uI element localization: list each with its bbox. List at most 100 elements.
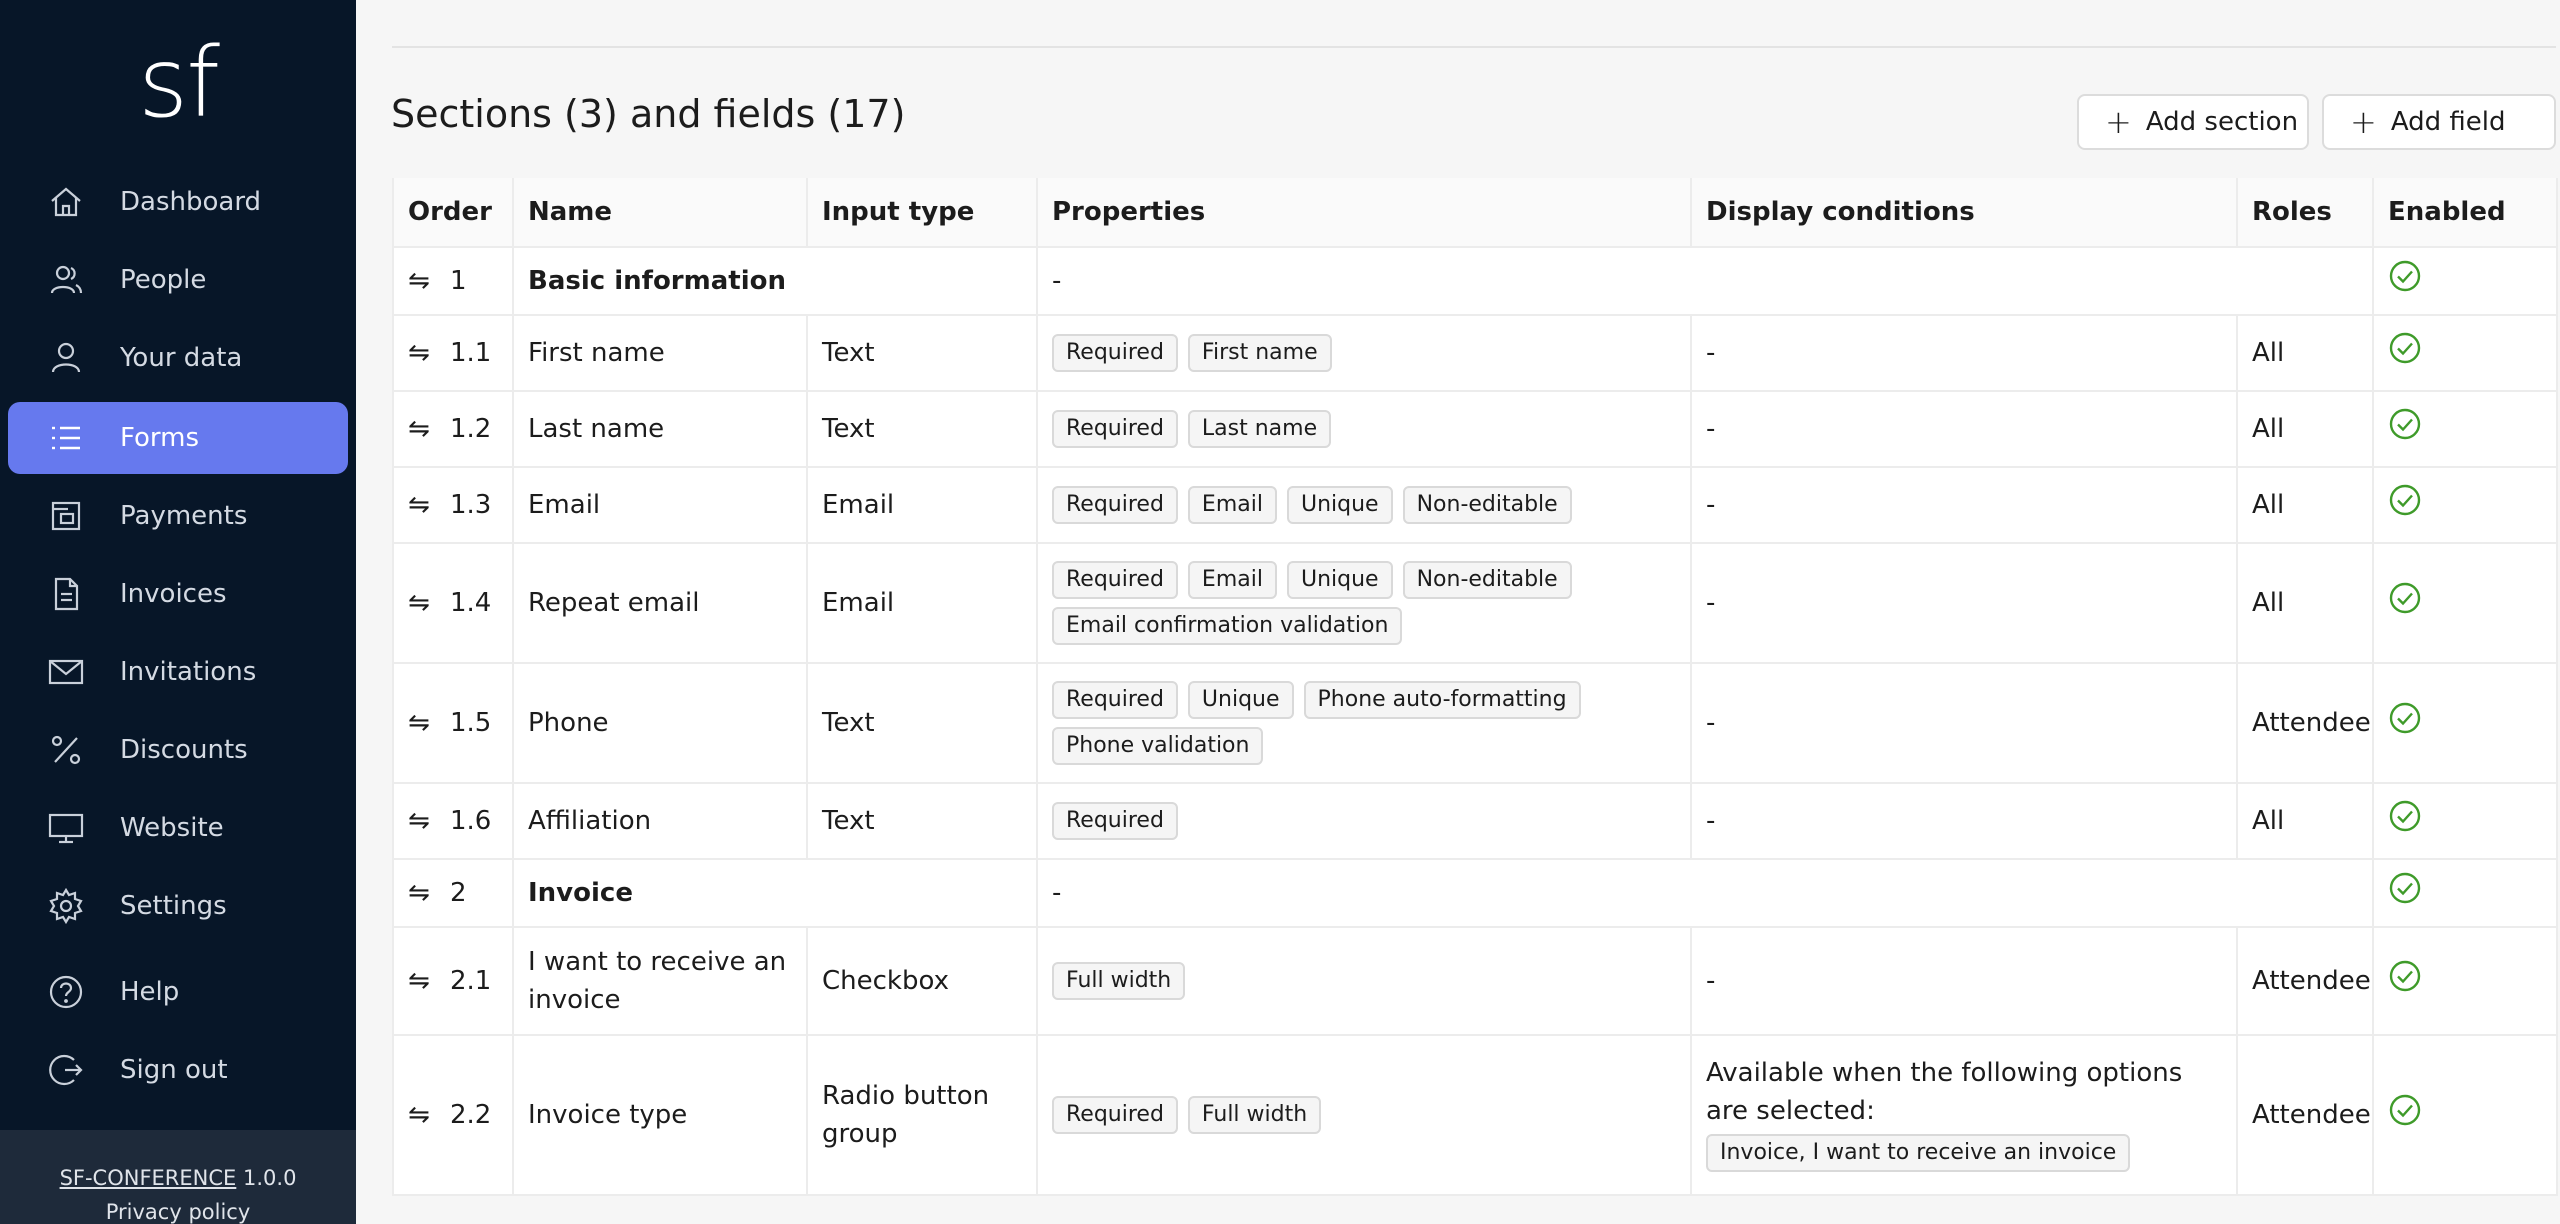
table-row[interactable]: ⇋ 2.2 Invoice type Radio button group Requir… xyxy=(392,1034,2558,1196)
sidebar-item-dashboard[interactable]: Dashboard xyxy=(8,166,348,238)
brand-link[interactable]: SF-CONFERENCE xyxy=(60,1166,237,1190)
field-properties: Required Unique Phone auto-formatting Phone… xyxy=(1036,662,1692,784)
check-circle-icon[interactable] xyxy=(2388,581,2422,615)
field-properties: Full width xyxy=(1036,926,1692,1036)
document-icon xyxy=(48,576,84,612)
page-title: Sections (3) and fields (17) xyxy=(391,92,906,136)
drag-handle-icon[interactable]: ⇋ xyxy=(408,486,438,524)
sidebar-item-people[interactable]: People xyxy=(8,244,348,316)
wallet-icon xyxy=(48,498,84,534)
drag-handle-icon[interactable]: ⇋ xyxy=(408,334,438,372)
drag-handle-icon[interactable]: ⇋ xyxy=(408,802,438,840)
property-tag: Required xyxy=(1052,561,1178,599)
table-row[interactable]: ⇋ 2.1 I want to receive an invoice Checkbox… xyxy=(392,926,2558,1036)
field-input-type: Email xyxy=(806,542,1038,664)
field-input-type: Text xyxy=(806,782,1038,860)
order-number: 1.2 xyxy=(450,414,492,444)
field-input-type: Text xyxy=(806,390,1038,468)
sidebar-item-label: Help xyxy=(120,977,180,1007)
field-input-type: Radio button group xyxy=(806,1034,1038,1196)
col-header-input-type[interactable]: Input type xyxy=(806,178,1038,248)
sidebar-item-invitations[interactable]: Invitations xyxy=(8,636,348,708)
drag-handle-icon[interactable]: ⇋ xyxy=(408,962,438,1000)
sidebar-footer: SF-CONFERENCE 1.0.0 Privacy policy xyxy=(0,1130,356,1224)
section-row[interactable]: ⇋ 2 Invoice - xyxy=(392,858,2558,928)
enabled-cell xyxy=(2372,542,2558,664)
field-name: I want to receive an invoice xyxy=(512,926,808,1036)
field-roles: Attendee xyxy=(2236,926,2374,1036)
table-row[interactable]: ⇋ 1.6 Affiliation Text Required - All xyxy=(392,782,2558,860)
enabled-cell xyxy=(2372,858,2558,928)
section-row[interactable]: ⇋ 1 Basic information - xyxy=(392,246,2558,316)
field-input-type: Email xyxy=(806,466,1038,544)
order-number: 1.1 xyxy=(450,338,492,368)
col-header-properties[interactable]: Properties xyxy=(1036,178,1692,248)
col-header-roles[interactable]: Roles xyxy=(2236,178,2374,248)
sidebar-item-discounts[interactable]: Discounts xyxy=(8,714,348,786)
table-row[interactable]: ⇋ 1.3 Email Email Required Email Unique Non-edi… xyxy=(392,466,2558,544)
property-tag: Full width xyxy=(1187,1096,1322,1134)
sidebar-item-label: Payments xyxy=(120,501,248,531)
add-field-label: Add field xyxy=(2390,107,2506,137)
condition-text: - xyxy=(1706,708,1716,738)
privacy-policy-link[interactable]: Privacy policy xyxy=(0,1200,356,1224)
property-tag: Phone auto-formatting xyxy=(1303,681,1581,719)
sidebar-item-settings[interactable]: Settings xyxy=(8,870,348,942)
field-roles: All xyxy=(2236,390,2374,468)
field-properties: Required Full width xyxy=(1036,1034,1692,1196)
order-number: 1.3 xyxy=(450,490,492,520)
check-circle-icon[interactable] xyxy=(2388,701,2422,735)
col-header-display-conditions[interactable]: Display conditions xyxy=(1690,178,2238,248)
sidebar-item-sign-out[interactable]: Sign out xyxy=(8,1034,348,1106)
order-cell: ⇋ 1.4 xyxy=(392,542,514,664)
enabled-cell xyxy=(2372,926,2558,1036)
sidebar-item-your-data[interactable]: Your data xyxy=(8,322,348,394)
col-header-name[interactable]: Name xyxy=(512,178,808,248)
check-circle-icon[interactable] xyxy=(2388,331,2422,365)
sidebar-item-invoices[interactable]: Invoices xyxy=(8,558,348,630)
check-circle-icon[interactable] xyxy=(2388,1093,2422,1127)
order-cell: ⇋ 2.1 xyxy=(392,926,514,1036)
sidebar-item-help[interactable]: Help xyxy=(8,956,348,1028)
order-number: 1.4 xyxy=(450,588,492,618)
drag-handle-icon[interactable]: ⇋ xyxy=(408,584,438,622)
sidebar-item-label: Invoices xyxy=(120,579,227,609)
property-tag: Phone validation xyxy=(1052,727,1264,765)
plus-icon: + xyxy=(2105,103,2132,141)
list-icon xyxy=(48,420,84,456)
field-input-type: Checkbox xyxy=(806,926,1038,1036)
field-input-type: Text xyxy=(806,662,1038,784)
col-header-enabled[interactable]: Enabled xyxy=(2372,178,2558,248)
add-field-button[interactable]: + Add field xyxy=(2322,94,2556,150)
drag-handle-icon[interactable]: ⇋ xyxy=(408,704,438,742)
table-row[interactable]: ⇋ 1.4 Repeat email Email Required Email Unique… xyxy=(392,542,2558,664)
property-tag: Email xyxy=(1187,561,1277,599)
table-row[interactable]: ⇋ 1.2 Last name Text Required Last name - All xyxy=(392,390,2558,468)
condition-tag: Invoice, I want to receive an invoice xyxy=(1706,1134,2131,1172)
property-tag: Last name xyxy=(1187,410,1332,448)
check-circle-icon[interactable] xyxy=(2388,483,2422,517)
check-circle-icon[interactable] xyxy=(2388,799,2422,833)
drag-handle-icon[interactable]: ⇋ xyxy=(408,874,438,912)
drag-handle-icon[interactable]: ⇋ xyxy=(408,410,438,448)
add-section-button[interactable]: + Add section xyxy=(2077,94,2309,150)
check-circle-icon[interactable] xyxy=(2388,871,2422,905)
table-row[interactable]: ⇋ 1.1 First name Text Required First name - All xyxy=(392,314,2558,392)
property-tag: Required xyxy=(1052,486,1178,524)
sidebar-item-payments[interactable]: Payments xyxy=(8,480,348,552)
col-header-order[interactable]: Order xyxy=(392,178,514,248)
check-circle-icon[interactable] xyxy=(2388,959,2422,993)
sidebar-item-forms[interactable]: Forms xyxy=(8,402,348,474)
user-icon xyxy=(48,340,84,376)
property-tag: Non-editable xyxy=(1402,561,1572,599)
check-circle-icon[interactable] xyxy=(2388,407,2422,441)
sidebar-item-website[interactable]: Website xyxy=(8,792,348,864)
table-row[interactable]: ⇋ 1.5 Phone Text Required Unique Phone auto-fo… xyxy=(392,662,2558,784)
fields-table: Order Name Input type Properties Display… xyxy=(392,178,2558,1196)
drag-handle-icon[interactable]: ⇋ xyxy=(408,1096,438,1134)
field-name: Affiliation xyxy=(512,782,808,860)
field-name: Invoice type xyxy=(512,1034,808,1196)
check-circle-icon[interactable] xyxy=(2388,259,2422,293)
sidebar-item-label: Settings xyxy=(120,891,227,921)
drag-handle-icon[interactable]: ⇋ xyxy=(408,262,438,300)
